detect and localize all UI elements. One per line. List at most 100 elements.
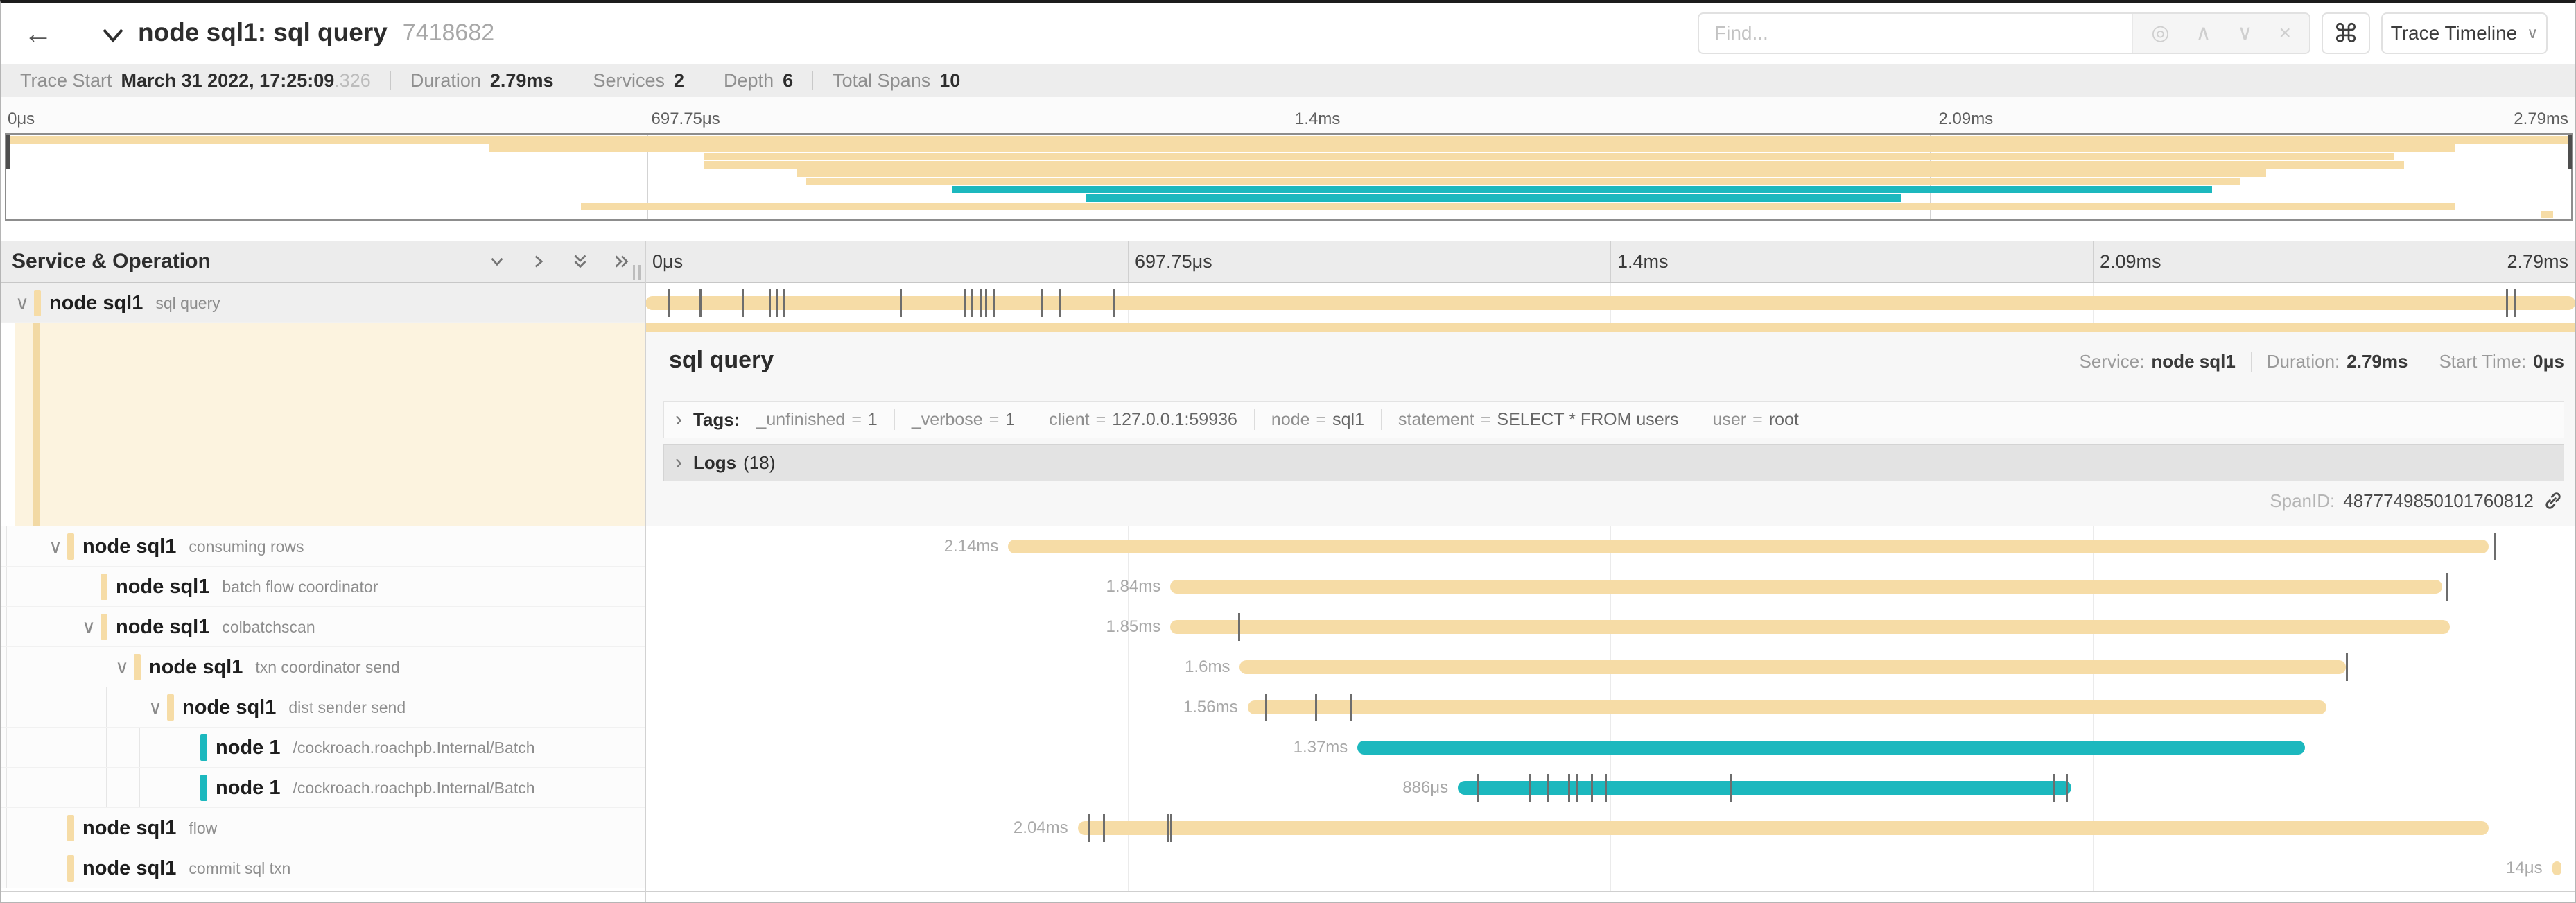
chevron-down-icon[interactable]: ∨ [12,283,33,323]
meta-label: Services [593,70,665,92]
span-bar-row[interactable]: 1.84ms [645,567,2575,607]
log-tick [1103,814,1105,842]
log-tick [1265,694,1267,721]
meta-value: 10 [939,70,960,92]
chevron-down-icon[interactable]: ∨ [145,687,166,728]
clear-search-icon[interactable]: × [2279,23,2291,44]
indent-guide [6,728,7,767]
tree-row[interactable]: ∨node sql1dist sender send [1,687,645,728]
minimap-right-handle[interactable] [2568,135,2572,169]
span-bar[interactable] [1170,620,2450,634]
span-color-bar [33,323,40,526]
tag-item: node=sql1 [1271,410,1364,430]
span-bar-row[interactable]: 2.04ms [645,808,2575,848]
indent-guide [6,607,7,646]
span-bar-row[interactable] [645,283,2575,323]
span-bar-row[interactable]: 2.14ms [645,526,2575,567]
panel-divider[interactable] [645,241,646,902]
span-operation-name: dist sender send [288,698,406,717]
span-duration-label: 886μs [1402,768,1448,808]
span-bar-row[interactable]: 14μs [645,848,2575,888]
log-tick [1113,289,1115,317]
minimap-left-handle[interactable] [6,135,10,169]
tree-row[interactable]: ∨ node sql1txn coordinator send [1,647,645,687]
chevron-down-icon[interactable]: ∨ [45,526,66,567]
span-color-bar [200,775,207,801]
span-service-name: node sql1consuming rows [82,526,304,567]
log-tick [2514,289,2516,317]
panel-resize-grip[interactable] [633,265,641,280]
chevron-down-icon[interactable]: ∨ [78,607,99,647]
ruler-tick-label: 697.75μs [1135,251,1212,273]
ruler-tick-label: 2.09ms [2100,251,2161,273]
span-operation-name: /cockroach.roachpb.Internal/Batch [293,779,534,798]
locate-icon[interactable]: ◎ [2151,23,2169,44]
tree-row[interactable]: node sql1commit sql txn [1,848,645,888]
collapse-trace-chevron[interactable] [99,21,127,52]
span-bar-row[interactable]: 886μs [645,768,2575,808]
chevron-down-icon[interactable] [486,250,508,273]
log-tick [1041,289,1043,317]
log-tick [2494,533,2496,560]
span-bar-row[interactable]: 1.6ms [645,647,2575,687]
log-tick [769,289,771,317]
next-match-icon[interactable]: ∨ [2238,23,2253,44]
span-bar[interactable] [1008,540,2488,553]
prev-match-icon[interactable]: ∧ [2196,23,2211,44]
span-bar[interactable] [645,296,2575,310]
logs-row[interactable]: › Logs (18) [663,444,2564,481]
span-bar[interactable] [1357,741,2305,755]
span-duration-label: 2.04ms [1013,808,1068,848]
span-bar[interactable] [1458,781,2071,795]
keyboard-shortcuts-button[interactable]: ⌘ [2322,12,2370,54]
log-tick [1315,694,1317,721]
chevron-down-icon[interactable]: ∨ [112,647,132,687]
tags-row[interactable]: › Tags: _unfinished=1_verbose=1client=12… [663,401,2564,438]
chevron-down-icon: ∨ [2527,24,2538,42]
span-bar-row[interactable]: 1.85ms [645,607,2575,647]
log-tick [1350,694,1352,721]
find-input[interactable] [1699,14,2132,53]
span-detail-panel: sql query Service:node sql1 Duration:2.7… [645,323,2575,526]
tree-row[interactable]: ∨node sql1colbatchscan [1,607,645,647]
indent-guide [6,526,7,566]
log-tick [1477,774,1479,802]
span-color-bar [101,574,107,600]
back-button[interactable]: ← [1,3,76,64]
span-duration-label: 14μs [2506,848,2543,888]
span-bar[interactable] [1239,660,2345,674]
tree-row[interactable]: node 1/cockroach.roachpb.Internal/Batch [1,728,645,768]
span-operation-name: colbatchscan [222,618,315,637]
span-duration-label: 2.14ms [944,526,999,567]
duration-value: 2.79ms [2347,351,2408,372]
page-title: node sql1: sql query7418682 [138,3,494,62]
span-bar-row[interactable]: 1.56ms [645,687,2575,728]
double-chevron-down-icon[interactable] [569,250,591,273]
tree-row[interactable]: ∨ node sql1consuming rows [1,526,645,567]
tree-row[interactable]: node sql1batch flow coordinator [1,567,645,607]
ruler-tick-label: 1.4ms [1617,251,1669,273]
tree-row[interactable]: node sql1flow [1,808,645,848]
span-bar[interactable] [1078,821,2489,835]
span-bar[interactable] [2552,861,2562,875]
span-bar[interactable] [1170,580,2442,594]
link-icon[interactable] [2542,490,2564,512]
tree-row[interactable]: node 1/cockroach.roachpb.Internal/Batch [1,768,645,808]
minimap-viewport[interactable] [5,133,2573,221]
view-selector-button[interactable]: Trace Timeline∨ [2381,12,2548,54]
chevron-right-icon[interactable] [528,250,550,273]
span-bar[interactable] [1248,700,2326,714]
span-color-bar [67,855,74,882]
span-service-name: node sql1txn coordinator send [149,647,400,687]
tag-separator [894,409,895,430]
tree-row[interactable]: ∨node sql1sql query [1,283,645,323]
arrow-left-icon: ← [24,17,53,50]
indent-guide [6,567,7,606]
ruler-tick-label: 0μs [8,110,35,129]
span-duration-label: 1.84ms [1106,567,1161,607]
log-tick [699,289,702,317]
indent-guide [139,728,140,767]
span-bar-row[interactable]: 1.37ms [645,728,2575,768]
span-duration-label: 1.85ms [1106,607,1161,647]
double-chevron-right-icon[interactable] [611,250,633,273]
